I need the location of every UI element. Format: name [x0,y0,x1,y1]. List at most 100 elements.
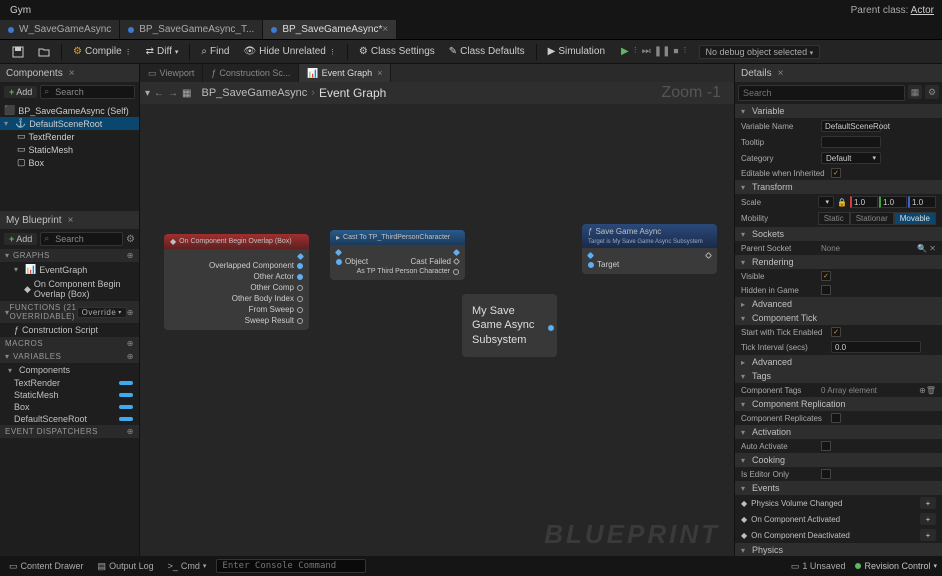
cat-sockets[interactable]: ▾Sockets [735,227,942,241]
nav-back-icon[interactable]: ← [154,88,164,99]
close-icon[interactable]: × [382,24,388,35]
replicates-checkbox[interactable] [831,413,841,423]
add-event-button[interactable]: + [920,497,936,509]
hide-unrelated-button[interactable]: 👁Hide Unrelated⋮ [237,44,341,59]
variable-name-input[interactable]: DefaultSceneRoot [821,120,881,132]
cat-tick[interactable]: ▾Component Tick [735,311,942,325]
add-event-button[interactable]: + [920,529,936,541]
editable-checkbox[interactable]: ✓ [831,168,841,178]
construction-tab[interactable]: ƒConstruction Sc... [203,64,299,82]
cat-events[interactable]: ▾Events [735,481,942,495]
autoactivate-checkbox[interactable] [821,441,831,451]
dispatchers-section[interactable]: EVENT DISPATCHERS⊕ [0,425,139,438]
parent-class-link[interactable]: Actor [911,5,934,16]
nav-menu-icon[interactable]: ▾ [145,88,150,99]
close-icon[interactable]: × [69,68,75,79]
file-tab-1[interactable]: W_SaveGameAsync [0,20,120,39]
graphs-section[interactable]: ▾GRAPHS⊕ [0,249,139,262]
cat-replication[interactable]: ▾Component Replication [735,397,942,411]
class-settings-button[interactable]: ⚙Class Settings [353,44,441,59]
component-self[interactable]: ⬛BP_SaveGameAsync (Self) [0,104,139,117]
node-overlap[interactable]: ◆On Component Begin Overlap (Box) Overla… [164,234,309,330]
cat-cooking[interactable]: ▾Cooking [735,453,942,467]
component-scene-root[interactable]: ▾⚓DefaultSceneRoot [0,117,139,130]
cat-physics[interactable]: ▾Physics [735,543,942,556]
cat-advanced-2[interactable]: ▸Advanced [735,355,942,369]
graph-canvas[interactable]: ◆On Component Begin Overlap (Box) Overla… [140,104,734,556]
cat-activation[interactable]: ▾Activation [735,425,942,439]
simulation-button[interactable]: ▶Simulation [542,44,611,59]
add-component-button[interactable]: +Add [4,86,37,98]
gear-icon[interactable]: ⚙ [126,234,135,245]
details-tab[interactable]: Details [741,68,772,79]
nav-fwd-icon[interactable]: → [168,88,178,99]
myblueprint-tab[interactable]: My Blueprint [6,215,62,226]
add-array-icon[interactable]: ⊕ [919,386,926,395]
pause-icon[interactable]: ❚❚ [654,46,671,57]
override-button[interactable]: Override▾ [77,307,127,318]
event-item[interactable]: ◆On Component Begin Overlap (Box) [0,277,139,301]
node-save[interactable]: ƒSave Game Async Target is My Save Game … [582,224,717,274]
unsaved-button[interactable]: ▭1 Unsaved [787,561,850,572]
file-tab-3[interactable]: BP_SaveGameAsync*× [263,20,397,39]
node-cast[interactable]: ▸Cast To TP_ThirdPersonCharacter ObjectC… [330,230,465,280]
close-icon[interactable]: × [68,215,74,226]
play-icon[interactable]: ▶ [621,46,629,57]
stop-icon[interactable]: ⏹ [674,46,679,57]
file-tab-2[interactable]: BP_SaveGameAsync_T... [120,20,263,39]
search-components[interactable]: Search [40,85,135,99]
components-var-group[interactable]: ▾Components [0,363,139,377]
output-log-button[interactable]: ▤Output Log [94,561,158,572]
add-event-button[interactable]: + [920,513,936,525]
console-input[interactable] [216,559,366,573]
clear-array-icon[interactable]: 🗑 [926,386,936,395]
component-item[interactable]: ▭StaticMesh [0,143,139,156]
diff-button[interactable]: ⇄Diff▾ [140,44,185,59]
compile-button[interactable]: ⚙Compile⋮ [67,44,138,59]
details-search[interactable] [738,85,905,101]
editoronly-checkbox[interactable] [821,469,831,479]
visible-checkbox[interactable]: ✓ [821,271,831,281]
macros-section[interactable]: MACROS⊕ [0,337,139,350]
details-gear-icon[interactable]: ⚙ [925,85,939,99]
close-icon[interactable]: × [778,68,784,79]
browse-button[interactable] [32,44,56,60]
cat-advanced-1[interactable]: ▸Advanced [735,297,942,311]
component-item[interactable]: ▢Box [0,156,139,169]
cmd-button[interactable]: >_Cmd▾ [164,561,211,571]
hidden-checkbox[interactable] [821,285,831,295]
category-select[interactable]: Default▾ [821,152,881,164]
var-item[interactable]: Box [0,401,139,413]
tick-enabled-checkbox[interactable]: ✓ [831,327,841,337]
tick-interval-input[interactable]: 0.0 [831,341,921,353]
var-item[interactable]: TextRender [0,377,139,389]
skip-icon[interactable]: ⏭ [642,46,651,57]
add-blueprint-button[interactable]: +Add [4,233,37,245]
cat-rendering[interactable]: ▾Rendering [735,255,942,269]
functions-section[interactable]: ▾FUNCTIONS (21 OVERRIDABLE)Override▾⊕ [0,301,139,323]
save-button[interactable] [6,44,30,60]
revision-control-button[interactable]: Revision Control▾ [855,561,937,571]
details-grid-icon[interactable]: ▦ [908,85,922,99]
grid-icon[interactable]: ▦ [182,88,191,99]
class-defaults-button[interactable]: ✎Class Defaults [443,44,531,59]
scale-vec3[interactable]: 1.01.01.0 [850,196,936,208]
cat-variable[interactable]: ▾Variable [735,104,942,118]
var-item[interactable]: DefaultSceneRoot [0,413,139,425]
construction-script[interactable]: ƒConstruction Script [0,323,139,337]
variables-section[interactable]: ▾VARIABLES⊕ [0,350,139,363]
cat-tags[interactable]: ▾Tags [735,369,942,383]
viewport-tab[interactable]: ▭Viewport [140,64,203,82]
components-tab[interactable]: Components [6,68,63,79]
breadcrumb-root[interactable]: BP_SaveGameAsync [201,87,307,99]
tooltip-input[interactable] [821,136,881,148]
find-button[interactable]: ⌕Find [195,44,235,59]
cat-transform[interactable]: ▾Transform [735,180,942,194]
clear-icon[interactable]: ✕ [929,244,936,253]
lock-icon[interactable]: 🔒 [837,198,847,207]
eventgraph-item[interactable]: ▾📊EventGraph [0,262,139,277]
eventgraph-tab[interactable]: 📊Event Graph× [299,64,391,82]
mobility-segment[interactable]: StaticStationarMovable [818,212,936,225]
gym-menu[interactable]: Gym [0,5,41,16]
content-drawer-button[interactable]: ▭Content Drawer [5,561,88,572]
